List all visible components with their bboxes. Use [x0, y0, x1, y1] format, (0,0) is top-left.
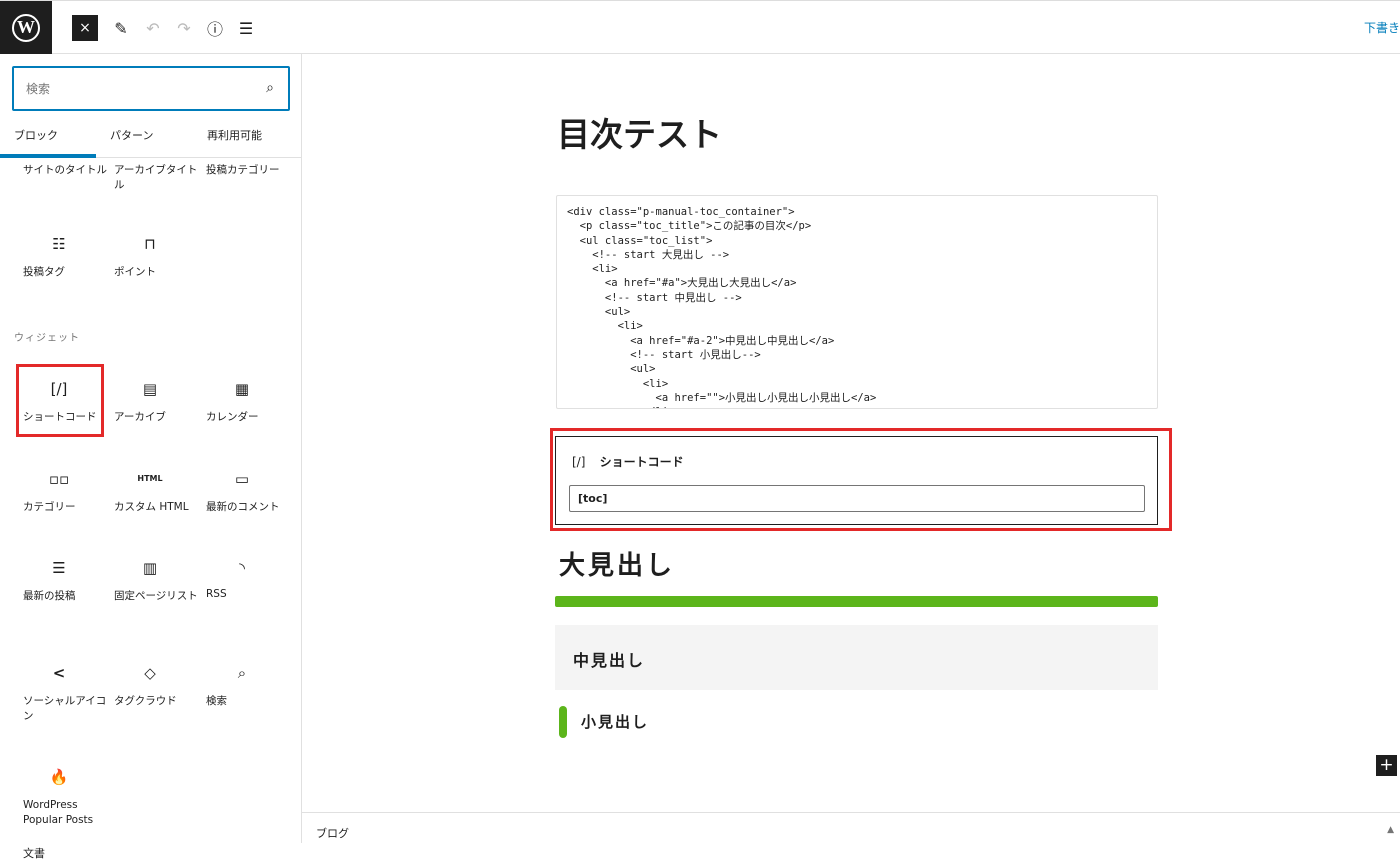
search-input[interactable]	[26, 78, 246, 100]
shortcode-block-label: ショートコード	[599, 455, 684, 469]
undo-icon: ↶	[146, 18, 160, 38]
block-label: 最新のコメント	[206, 501, 280, 513]
editor-header: W × ✎ ↶ ↷ ⓘ ☰ 下書き	[0, 0, 1400, 54]
block-post-tags[interactable]: ☷ 投稿タグ	[23, 233, 113, 280]
block-inserter-panel: ⌕ ブロック パターン 再利用可能 サイトのタイトル アーカイブタイトル 投稿カ…	[0, 54, 302, 843]
breadcrumb-document[interactable]: 文書	[23, 845, 45, 861]
close-icon: ×	[79, 20, 91, 36]
block-post-categories[interactable]: 投稿カテゴリー	[206, 163, 296, 178]
tags-icon: ☷	[52, 235, 66, 253]
info-icon: ⓘ	[206, 20, 223, 39]
flame-icon: 🔥	[49, 768, 69, 786]
meta-box-panel: ブログ ▲	[302, 812, 1400, 843]
block-label: 投稿タグ	[23, 266, 65, 278]
rss-icon: ◝	[239, 559, 245, 577]
block-social-icons[interactable]: < ソーシャルアイコン	[23, 662, 113, 724]
tab-reusable[interactable]: 再利用可能	[207, 118, 262, 158]
tag-icon: ◇	[144, 664, 156, 682]
list-view-button[interactable]: ☰	[233, 15, 259, 41]
shortcode-highlight-frame	[16, 364, 104, 437]
block-label: タグクラウド	[114, 695, 177, 707]
code-block[interactable]: <div class="p-manual-toc_container"> <p …	[556, 195, 1158, 409]
search-icon: ⌕	[237, 664, 247, 682]
wordpress-logo-button[interactable]: W	[0, 1, 52, 54]
undo-button[interactable]: ↶	[140, 15, 166, 41]
heading-large[interactable]: 大見出し	[559, 545, 675, 582]
point-icon: ⊓	[144, 235, 156, 253]
heading-mid[interactable]: 中見出し	[573, 647, 645, 671]
blog-meta-box-label[interactable]: ブログ	[316, 825, 349, 841]
shortcode-block-header: [/] ショートコード	[572, 453, 684, 470]
block-label: 最新の投稿	[23, 590, 76, 602]
post-list-icon: ☰	[52, 559, 66, 577]
tab-blocks[interactable]: ブロック	[0, 118, 96, 158]
heading-large-underline	[555, 596, 1158, 607]
block-label: カテゴリー	[23, 501, 76, 513]
block-calendar[interactable]: ▦ カレンダー	[206, 378, 296, 425]
block-label: アーカイブタイトル	[114, 164, 198, 191]
search-box: ⌕	[12, 66, 290, 111]
close-inserter-button[interactable]: ×	[72, 15, 98, 41]
page-list-icon: ▥	[142, 559, 158, 577]
search-icon[interactable]: ⌕	[266, 80, 274, 96]
block-label: RSS	[206, 588, 227, 600]
block-latest-comments[interactable]: ▭ 最新のコメント	[206, 468, 296, 515]
calendar-icon: ▦	[234, 380, 250, 398]
comment-icon: ▭	[234, 470, 250, 488]
inserter-tabs: ブロック パターン 再利用可能	[0, 118, 301, 158]
tab-patterns[interactable]: パターン	[110, 118, 153, 158]
wordpress-logo-icon: W	[12, 13, 40, 42]
redo-icon: ↷	[177, 18, 191, 38]
block-archive-title[interactable]: アーカイブタイトル	[114, 163, 204, 193]
shortcode-block[interactable]: [/] ショートコード	[555, 436, 1158, 525]
list-view-icon: ☰	[238, 18, 254, 38]
block-rss[interactable]: ◝ RSS	[206, 557, 296, 602]
block-page-list[interactable]: ▥ 固定ページリスト	[114, 557, 204, 604]
block-search[interactable]: ⌕ 検索	[206, 662, 296, 709]
html-icon: HTML	[137, 474, 163, 483]
block-archives[interactable]: ▤ アーカイブ	[114, 378, 204, 425]
save-draft-link[interactable]: 下書き	[1364, 19, 1400, 36]
category-widgets: ウィジェット	[14, 333, 80, 344]
block-tag-cloud[interactable]: ◇ タグクラウド	[114, 662, 204, 709]
block-label: 投稿カテゴリー	[206, 164, 280, 176]
block-label: ソーシャルアイコン	[23, 695, 107, 722]
redo-button[interactable]: ↷	[171, 15, 197, 41]
block-categories[interactable]: ▫▫ カテゴリー	[23, 468, 113, 515]
archive-icon: ▤	[142, 380, 158, 398]
shortcode-icon: [/]	[572, 455, 586, 469]
block-label: 固定ページリスト	[114, 590, 198, 602]
shortcode-input[interactable]	[569, 485, 1145, 512]
block-label: アーカイブ	[114, 411, 166, 423]
block-label: カスタム HTML	[114, 501, 189, 513]
share-icon: <	[52, 664, 66, 682]
pencil-icon: ✎	[114, 18, 128, 38]
heading-mid-block[interactable]: 中見出し	[555, 625, 1158, 690]
block-latest-posts[interactable]: ☰ 最新の投稿	[23, 557, 113, 604]
tools-button[interactable]: ✎	[108, 15, 134, 41]
block-site-title[interactable]: サイトのタイトル	[23, 163, 113, 178]
block-label: ポイント	[114, 266, 156, 278]
code-content: <div class="p-manual-toc_container"> <p …	[567, 206, 877, 408]
block-point[interactable]: ⊓ ポイント	[114, 233, 204, 280]
chevron-up-icon[interactable]: ▲	[1387, 825, 1394, 835]
heading-small-accent	[559, 706, 567, 738]
categories-icon: ▫▫	[48, 470, 70, 488]
block-label: カレンダー	[206, 411, 259, 423]
details-button[interactable]: ⓘ	[202, 15, 228, 41]
block-label: WordPress Popular Posts	[23, 799, 94, 826]
add-block-button[interactable]: +	[1376, 755, 1397, 776]
block-custom-html[interactable]: HTML カスタム HTML	[114, 468, 204, 515]
heading-small[interactable]: 小見出し	[581, 711, 649, 732]
block-label: 検索	[206, 695, 227, 707]
block-wordpress-popular-posts[interactable]: 🔥 WordPress Popular Posts	[23, 766, 113, 828]
post-title[interactable]: 目次テスト	[557, 108, 722, 156]
block-label: サイトのタイトル	[23, 164, 107, 176]
